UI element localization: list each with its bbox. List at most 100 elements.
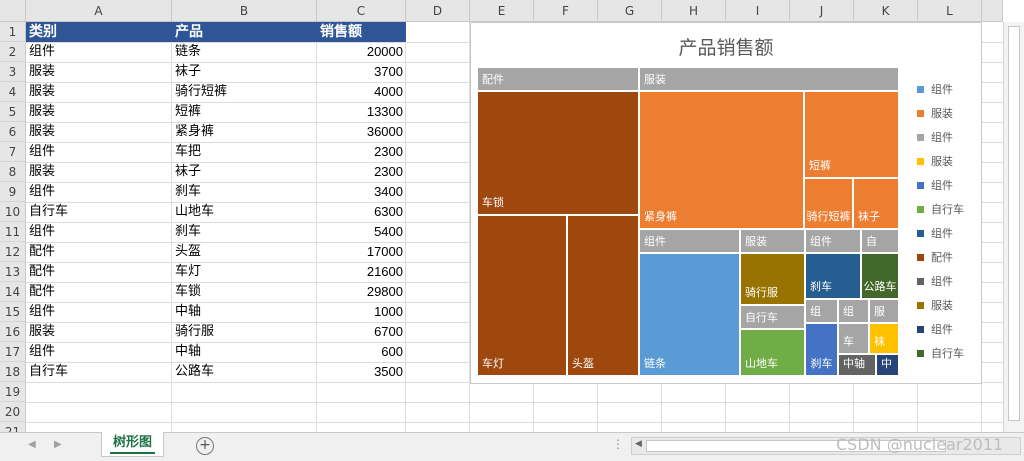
header-cell-product[interactable]: 产品: [172, 22, 317, 42]
next-sheet-icon[interactable]: ▶: [54, 439, 62, 450]
cell-category[interactable]: 组件: [26, 142, 172, 162]
cell-sales[interactable]: 3500: [317, 362, 406, 382]
row-header[interactable]: 15: [0, 302, 26, 322]
cell-category[interactable]: 自行车: [26, 362, 172, 382]
cell-sales[interactable]: 4000: [317, 82, 406, 102]
column-header-a[interactable]: A: [26, 0, 172, 22]
row-header[interactable]: 3: [0, 62, 26, 82]
row-header[interactable]: 6: [0, 122, 26, 142]
column-header-h[interactable]: H: [662, 0, 726, 22]
row-header[interactable]: 21: [0, 422, 26, 432]
treemap-tile: 车锁: [477, 91, 639, 215]
cell-sales[interactable]: 2300: [317, 142, 406, 162]
header-cell-sales[interactable]: 销售额: [317, 22, 406, 42]
row-header[interactable]: 20: [0, 402, 26, 422]
cell-category[interactable]: 服装: [26, 162, 172, 182]
row-header[interactable]: 11: [0, 222, 26, 242]
column-header-e[interactable]: E: [470, 0, 534, 22]
row-header[interactable]: 12: [0, 242, 26, 262]
cell-category[interactable]: 服装: [26, 102, 172, 122]
row-header[interactable]: 16: [0, 322, 26, 342]
select-all-corner[interactable]: [0, 0, 26, 22]
column-header-m[interactable]: [982, 0, 1003, 22]
cell-product[interactable]: 车把: [172, 142, 317, 162]
cell-category[interactable]: 组件: [26, 302, 172, 322]
cell-sales[interactable]: 1000: [317, 302, 406, 322]
cell-category[interactable]: 服装: [26, 82, 172, 102]
row-header[interactable]: 2: [0, 42, 26, 62]
column-header-b[interactable]: B: [172, 0, 317, 22]
row-header[interactable]: 14: [0, 282, 26, 302]
cell-sales[interactable]: 5400: [317, 222, 406, 242]
cell-product[interactable]: 中轴: [172, 302, 317, 322]
cell-category[interactable]: 服装: [26, 122, 172, 142]
cell-product[interactable]: 中轴: [172, 342, 317, 362]
cell-sales[interactable]: 29800: [317, 282, 406, 302]
column-header-k[interactable]: K: [854, 0, 918, 22]
cell-sales[interactable]: 36000: [317, 122, 406, 142]
cell-sales[interactable]: 20000: [317, 42, 406, 62]
cell-product[interactable]: 袜子: [172, 162, 317, 182]
scroll-left-icon[interactable]: ◀: [635, 439, 642, 449]
cell-category[interactable]: 配件: [26, 262, 172, 282]
cell-product[interactable]: 刹车: [172, 222, 317, 242]
column-header-i[interactable]: I: [726, 0, 790, 22]
column-header-c[interactable]: C: [317, 0, 406, 22]
cell-sales[interactable]: 13300: [317, 102, 406, 122]
cell-category[interactable]: 组件: [26, 342, 172, 362]
row-header[interactable]: 4: [0, 82, 26, 102]
cell-category[interactable]: 配件: [26, 282, 172, 302]
cell-category[interactable]: 配件: [26, 242, 172, 262]
cell-product[interactable]: 骑行服: [172, 322, 317, 342]
cell-category[interactable]: 组件: [26, 222, 172, 242]
add-sheet-icon[interactable]: +: [196, 437, 214, 455]
cell-sales[interactable]: 6700: [317, 322, 406, 342]
row-header[interactable]: 8: [0, 162, 26, 182]
splitter-handle-icon[interactable]: ⋮: [612, 437, 624, 451]
row-header[interactable]: 7: [0, 142, 26, 162]
cell-sales[interactable]: 600: [317, 342, 406, 362]
row-header[interactable]: 17: [0, 342, 26, 362]
cell-product[interactable]: 紧身裤: [172, 122, 317, 142]
column-header-d[interactable]: D: [406, 0, 470, 22]
cell-sales[interactable]: 3700: [317, 62, 406, 82]
row-header[interactable]: 5: [0, 102, 26, 122]
row-header[interactable]: 1: [0, 22, 26, 42]
treemap-chart[interactable]: 产品销售额 配件 车锁 车灯 头盔 服装 紧身裤 短裤 骑行短裤 袜子 组件 链…: [470, 22, 982, 384]
row-header[interactable]: 13: [0, 262, 26, 282]
cell-category[interactable]: 组件: [26, 42, 172, 62]
cell-category[interactable]: 自行车: [26, 202, 172, 222]
cell-product[interactable]: 链条: [172, 42, 317, 62]
row-header[interactable]: 10: [0, 202, 26, 222]
column-header-f[interactable]: F: [534, 0, 598, 22]
vertical-scrollbar-thumb[interactable]: [1008, 26, 1020, 421]
cell-product[interactable]: 山地车: [172, 202, 317, 222]
cell-sales[interactable]: 2300: [317, 162, 406, 182]
cell-product[interactable]: 头盔: [172, 242, 317, 262]
cell-product[interactable]: 刹车: [172, 182, 317, 202]
cell-category[interactable]: 组件: [26, 182, 172, 202]
cell-sales[interactable]: 17000: [317, 242, 406, 262]
cell-product[interactable]: 短裤: [172, 102, 317, 122]
cell-product[interactable]: 车灯: [172, 262, 317, 282]
column-header-l[interactable]: L: [918, 0, 982, 22]
column-header-j[interactable]: J: [790, 0, 854, 22]
header-cell-category[interactable]: 类别: [26, 22, 172, 42]
cell-product[interactable]: 车锁: [172, 282, 317, 302]
sheet-tab-treemap[interactable]: 树形图: [101, 432, 164, 457]
cell-category[interactable]: 服装: [26, 62, 172, 82]
cell-category[interactable]: 服装: [26, 322, 172, 342]
cell-sales[interactable]: 3400: [317, 182, 406, 202]
cell-sales[interactable]: 21600: [317, 262, 406, 282]
cell-product[interactable]: 骑行短裤: [172, 82, 317, 102]
cell-product[interactable]: 袜子: [172, 62, 317, 82]
row-header[interactable]: 9: [0, 182, 26, 202]
treemap-tile: 中: [876, 354, 899, 376]
cell-product[interactable]: 公路车: [172, 362, 317, 382]
row-header[interactable]: 18: [0, 362, 26, 382]
column-header-g[interactable]: G: [598, 0, 662, 22]
vertical-scrollbar[interactable]: [1003, 22, 1024, 432]
prev-sheet-icon[interactable]: ◀: [28, 439, 36, 450]
row-header[interactable]: 19: [0, 382, 26, 402]
cell-sales[interactable]: 6300: [317, 202, 406, 222]
